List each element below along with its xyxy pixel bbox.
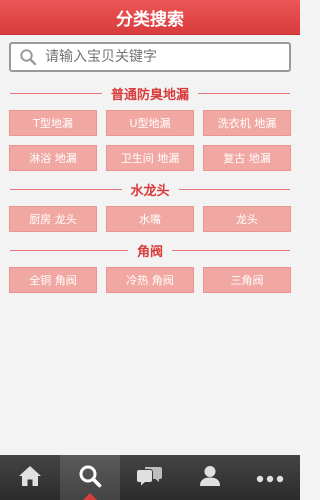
more-icon xyxy=(256,468,284,487)
category-grid: 全铜 角阀 冷热 角阀 三角阀 xyxy=(9,267,291,293)
category-button[interactable]: 水嘴 xyxy=(106,206,194,232)
bottom-nav xyxy=(0,455,300,500)
section-title: 角阀 xyxy=(10,239,291,261)
category-button[interactable]: 洗衣机 地漏 xyxy=(203,110,291,136)
header: 分类搜索 xyxy=(0,0,300,35)
search-bar[interactable] xyxy=(9,42,291,72)
divider xyxy=(10,188,122,190)
category-grid: 厨房 龙头 水嘴 龙头 xyxy=(9,206,291,232)
section-faucets: 水龙头 厨房 龙头 水嘴 龙头 xyxy=(0,178,300,232)
nav-home[interactable] xyxy=(0,455,60,500)
home-icon xyxy=(17,464,43,492)
divider xyxy=(172,249,291,251)
section-title-text: 水龙头 xyxy=(130,183,170,199)
category-button[interactable]: 复古 地漏 xyxy=(203,145,291,171)
nav-profile[interactable] xyxy=(180,455,240,500)
nav-search[interactable] xyxy=(60,455,120,500)
category-button[interactable]: 卫生间 地漏 xyxy=(106,145,194,171)
divider xyxy=(10,249,128,251)
section-title-text: 普通防臭地漏 xyxy=(111,87,190,103)
category-button[interactable]: T型地漏 xyxy=(9,110,97,136)
user-icon xyxy=(198,464,222,492)
divider xyxy=(198,92,291,94)
category-button[interactable]: U型地漏 xyxy=(106,110,194,136)
category-button[interactable]: 三角阀 xyxy=(203,267,291,293)
search-icon xyxy=(17,46,39,68)
section-title: 水龙头 xyxy=(10,178,291,200)
category-button[interactable]: 龙头 xyxy=(203,206,291,232)
page-title: 分类搜索 xyxy=(116,9,184,30)
nav-more[interactable] xyxy=(240,455,300,500)
search-input[interactable] xyxy=(43,48,289,66)
chat-icon xyxy=(136,464,164,492)
section-title: 普通防臭地漏 xyxy=(10,82,291,104)
category-grid: T型地漏 U型地漏 洗衣机 地漏 淋浴 地漏 卫生间 地漏 复古 地漏 xyxy=(9,110,291,171)
section-valves: 角阀 全铜 角阀 冷热 角阀 三角阀 xyxy=(0,239,300,293)
nav-messages[interactable] xyxy=(120,455,180,500)
section-title-text: 角阀 xyxy=(137,244,164,260)
category-button[interactable]: 全铜 角阀 xyxy=(9,267,97,293)
search-icon xyxy=(78,464,102,492)
category-button[interactable]: 淋浴 地漏 xyxy=(9,145,97,171)
category-button[interactable]: 冷热 角阀 xyxy=(106,267,194,293)
category-button[interactable]: 厨房 龙头 xyxy=(9,206,97,232)
divider xyxy=(10,92,102,94)
divider xyxy=(178,188,291,190)
section-drains: 普通防臭地漏 T型地漏 U型地漏 洗衣机 地漏 淋浴 地漏 卫生间 地漏 复古 … xyxy=(0,82,300,171)
